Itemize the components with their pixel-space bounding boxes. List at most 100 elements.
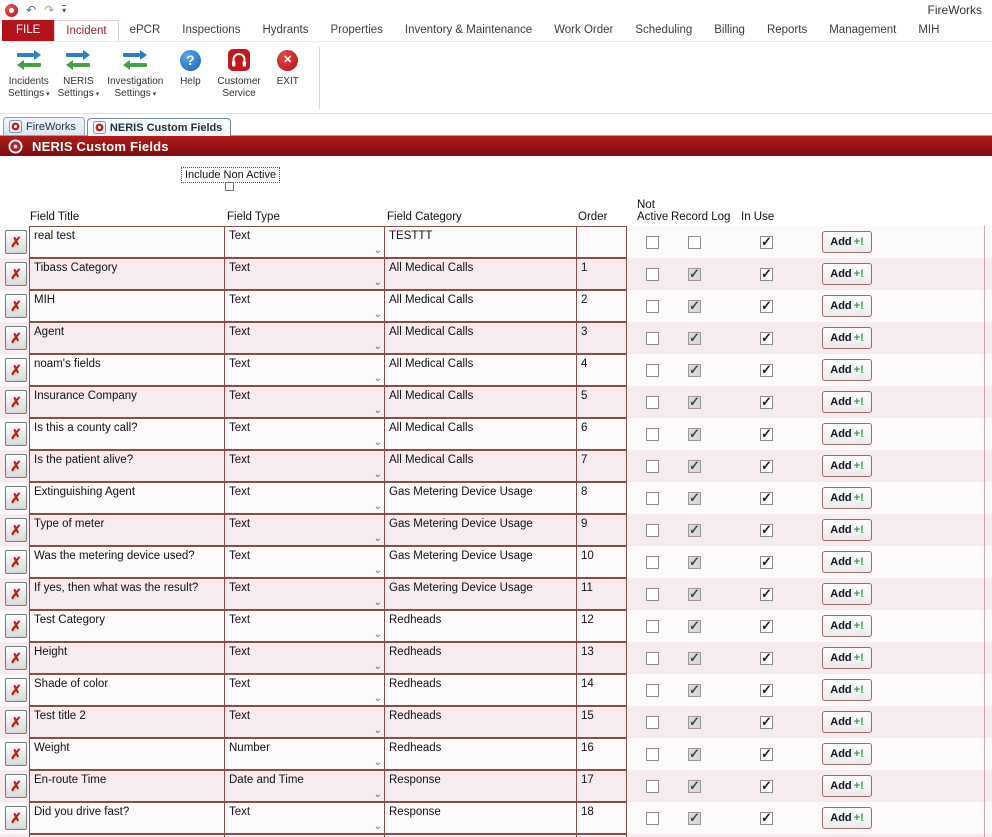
add-button[interactable]: Add+! bbox=[822, 359, 872, 381]
ribbon-button-exit[interactable]: ✕EXIT bbox=[265, 45, 311, 88]
add-button[interactable]: Add+! bbox=[822, 263, 872, 285]
add-button[interactable]: Add+! bbox=[822, 295, 872, 317]
record-log-checkbox[interactable] bbox=[688, 652, 701, 665]
record-log-checkbox[interactable] bbox=[688, 364, 701, 377]
in-use-checkbox[interactable] bbox=[760, 524, 773, 537]
field-title-input[interactable]: real test bbox=[29, 226, 225, 258]
not-active-checkbox[interactable] bbox=[646, 524, 659, 537]
ribbon-tab-work-order[interactable]: Work Order bbox=[543, 20, 624, 41]
delete-row-button[interactable]: ✗ bbox=[5, 646, 27, 670]
field-category-input[interactable]: All Medical Calls bbox=[384, 322, 577, 354]
field-title-input[interactable]: noam's fields bbox=[29, 354, 225, 386]
field-type-dropdown[interactable]: Text⌄ bbox=[224, 706, 385, 738]
record-log-checkbox[interactable] bbox=[688, 300, 701, 313]
record-log-checkbox[interactable] bbox=[688, 524, 701, 537]
add-button[interactable]: Add+! bbox=[822, 583, 872, 605]
field-category-input[interactable]: Redheads bbox=[384, 706, 577, 738]
order-input[interactable]: 3 bbox=[576, 322, 627, 354]
field-category-input[interactable]: Gas Metering Device Usage bbox=[384, 482, 577, 514]
order-input[interactable]: 4 bbox=[576, 354, 627, 386]
order-input[interactable]: 5 bbox=[576, 386, 627, 418]
ribbon-tab-reports[interactable]: Reports bbox=[756, 20, 818, 41]
undo-icon[interactable]: ↶ bbox=[26, 4, 36, 16]
not-active-checkbox[interactable] bbox=[646, 428, 659, 441]
in-use-checkbox[interactable] bbox=[760, 364, 773, 377]
order-input[interactable]: 17 bbox=[576, 770, 627, 802]
field-category-input[interactable]: Redheads bbox=[384, 610, 577, 642]
ribbon-button-neris-settings[interactable]: NERISSettings ▾ bbox=[54, 45, 104, 101]
order-input[interactable]: 14 bbox=[576, 674, 627, 706]
order-input[interactable]: 10 bbox=[576, 546, 627, 578]
delete-row-button[interactable]: ✗ bbox=[5, 454, 27, 478]
not-active-checkbox[interactable] bbox=[646, 396, 659, 409]
field-category-input[interactable]: All Medical Calls bbox=[384, 290, 577, 322]
field-type-dropdown[interactable]: Text⌄ bbox=[224, 610, 385, 642]
add-button[interactable]: Add+! bbox=[822, 807, 872, 829]
delete-row-button[interactable]: ✗ bbox=[5, 486, 27, 510]
add-button[interactable]: Add+! bbox=[822, 775, 872, 797]
field-title-input[interactable]: Was the metering device used? bbox=[29, 546, 225, 578]
delete-row-button[interactable]: ✗ bbox=[5, 326, 27, 350]
field-title-input[interactable]: Agent bbox=[29, 322, 225, 354]
add-button[interactable]: Add+! bbox=[822, 455, 872, 477]
delete-row-button[interactable]: ✗ bbox=[5, 550, 27, 574]
field-type-dropdown[interactable]: Text⌄ bbox=[224, 418, 385, 450]
order-input[interactable]: 16 bbox=[576, 738, 627, 770]
doc-tab-neris-custom-fields[interactable]: NERIS Custom Fields bbox=[87, 118, 231, 136]
not-active-checkbox[interactable] bbox=[646, 716, 659, 729]
order-input[interactable]: 11 bbox=[576, 578, 627, 610]
ribbon-tab-properties[interactable]: Properties bbox=[319, 20, 393, 41]
include-non-active-label[interactable]: Include Non Active bbox=[181, 167, 280, 183]
ribbon-button-customer-service[interactable]: CustomerService bbox=[213, 45, 264, 100]
ribbon-button-help[interactable]: ?Help bbox=[167, 45, 213, 88]
doc-tab-fireworks[interactable]: FireWorks bbox=[3, 117, 85, 135]
record-log-checkbox[interactable] bbox=[688, 492, 701, 505]
record-log-checkbox[interactable] bbox=[688, 460, 701, 473]
field-category-input[interactable]: All Medical Calls bbox=[384, 450, 577, 482]
add-button[interactable]: Add+! bbox=[822, 231, 872, 253]
field-type-dropdown[interactable]: Text⌄ bbox=[224, 482, 385, 514]
ribbon-tab-inventory-maintenance[interactable]: Inventory & Maintenance bbox=[394, 20, 543, 41]
in-use-checkbox[interactable] bbox=[760, 588, 773, 601]
record-log-checkbox[interactable] bbox=[688, 588, 701, 601]
field-title-input[interactable]: Type of meter bbox=[29, 514, 225, 546]
app-logo-icon[interactable] bbox=[5, 4, 18, 17]
field-type-dropdown[interactable]: Text⌄ bbox=[224, 450, 385, 482]
delete-row-button[interactable]: ✗ bbox=[5, 678, 27, 702]
in-use-checkbox[interactable] bbox=[760, 780, 773, 793]
field-title-input[interactable]: Weight bbox=[29, 738, 225, 770]
field-category-input[interactable]: TESTTT bbox=[384, 226, 577, 258]
order-input[interactable]: 18 bbox=[576, 802, 627, 834]
record-log-checkbox[interactable] bbox=[688, 620, 701, 633]
field-title-input[interactable]: Test title 2 bbox=[29, 706, 225, 738]
record-log-checkbox[interactable] bbox=[688, 780, 701, 793]
not-active-checkbox[interactable] bbox=[646, 620, 659, 633]
field-title-input[interactable]: If yes, then what was the result? bbox=[29, 578, 225, 610]
field-type-dropdown[interactable]: Text⌄ bbox=[224, 386, 385, 418]
not-active-checkbox[interactable] bbox=[646, 588, 659, 601]
order-input[interactable]: 7 bbox=[576, 450, 627, 482]
field-category-input[interactable]: All Medical Calls bbox=[384, 258, 577, 290]
add-button[interactable]: Add+! bbox=[822, 679, 872, 701]
add-button[interactable]: Add+! bbox=[822, 327, 872, 349]
field-title-input[interactable]: MIH bbox=[29, 290, 225, 322]
order-input[interactable]: 1 bbox=[576, 258, 627, 290]
field-type-dropdown[interactable]: Number⌄ bbox=[224, 738, 385, 770]
record-log-checkbox[interactable] bbox=[688, 236, 701, 249]
record-log-checkbox[interactable] bbox=[688, 716, 701, 729]
field-type-dropdown[interactable]: Text⌄ bbox=[224, 514, 385, 546]
delete-row-button[interactable]: ✗ bbox=[5, 742, 27, 766]
ribbon-tab-inspections[interactable]: Inspections bbox=[171, 20, 251, 41]
add-button[interactable]: Add+! bbox=[822, 711, 872, 733]
order-input[interactable]: 6 bbox=[576, 418, 627, 450]
add-button[interactable]: Add+! bbox=[822, 647, 872, 669]
add-button[interactable]: Add+! bbox=[822, 487, 872, 509]
field-title-input[interactable]: Height bbox=[29, 642, 225, 674]
record-log-checkbox[interactable] bbox=[688, 332, 701, 345]
include-non-active-checkbox[interactable] bbox=[225, 182, 234, 191]
order-input[interactable]: 12 bbox=[576, 610, 627, 642]
not-active-checkbox[interactable] bbox=[646, 460, 659, 473]
ribbon-tab-hydrants[interactable]: Hydrants bbox=[251, 20, 319, 41]
field-category-input[interactable]: Gas Metering Device Usage bbox=[384, 514, 577, 546]
field-type-dropdown[interactable]: Text⌄ bbox=[224, 642, 385, 674]
